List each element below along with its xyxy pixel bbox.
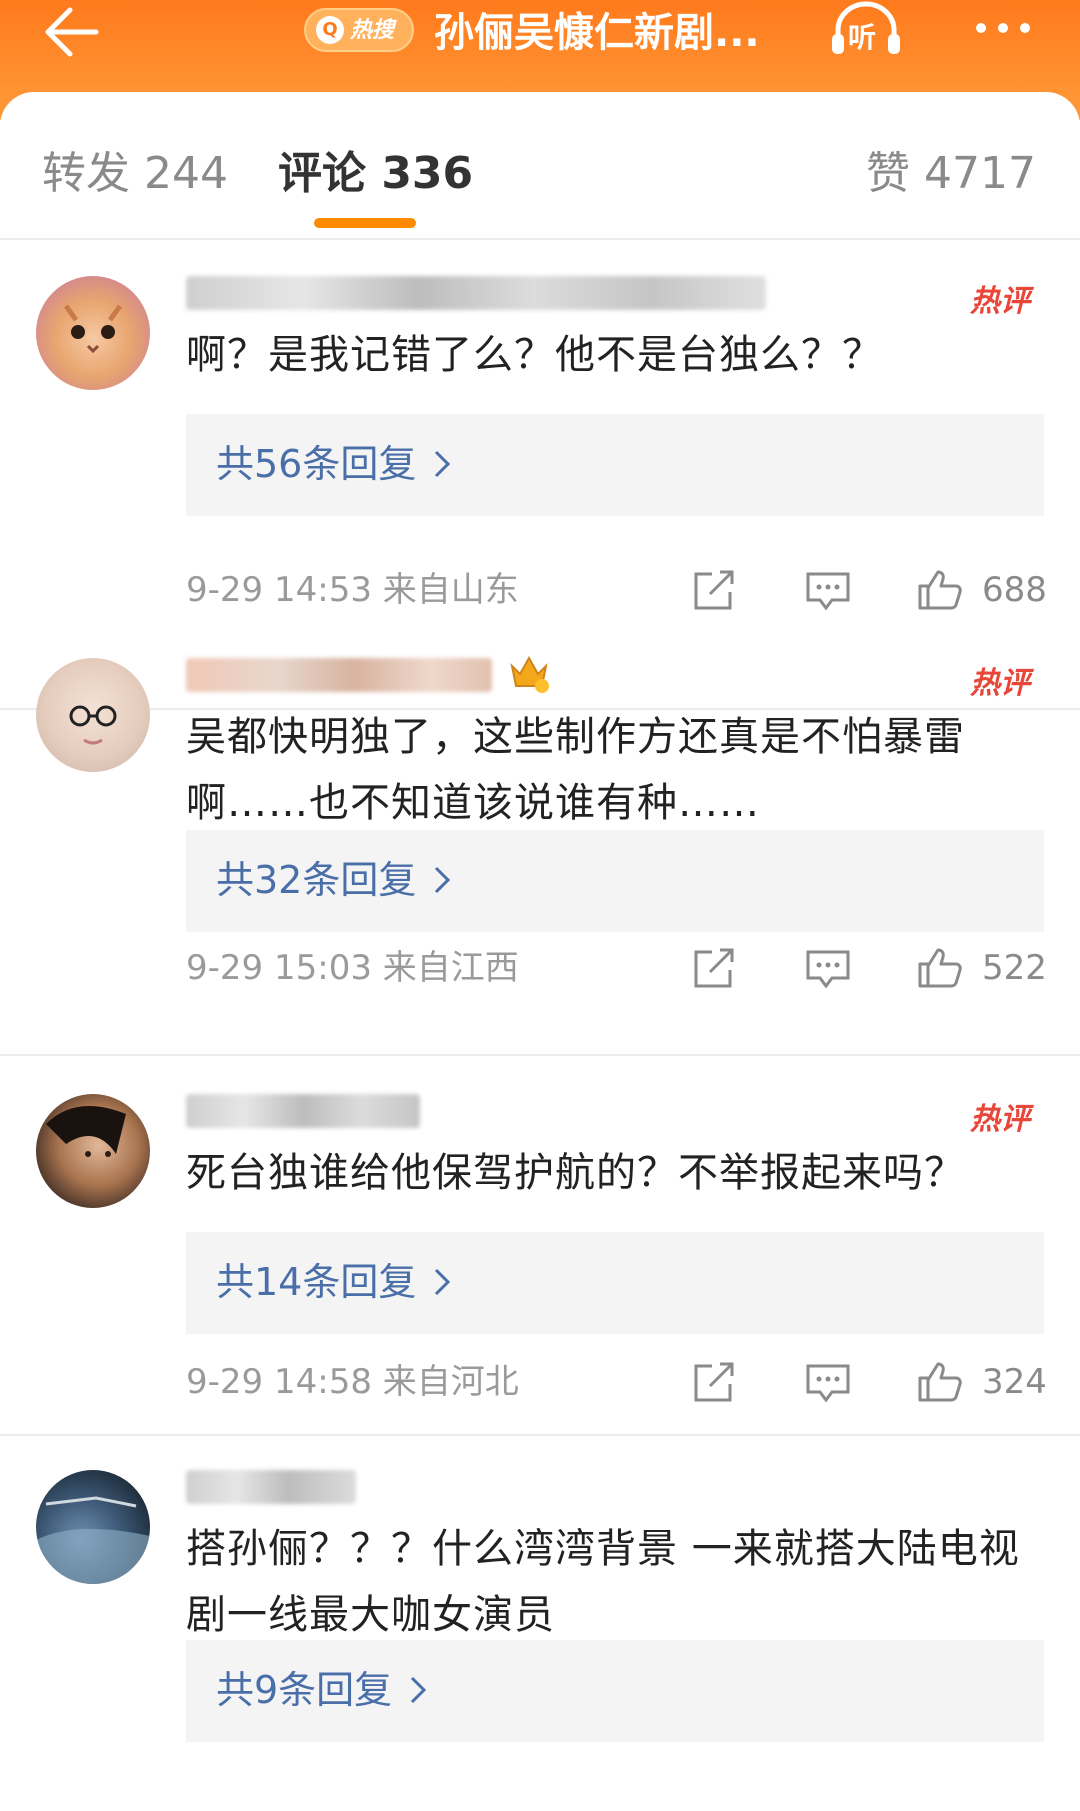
username-blurred[interactable] [186, 276, 766, 310]
share-icon[interactable] [690, 568, 738, 614]
hot-comment-tag: 热评 [970, 666, 1030, 701]
share-icon[interactable] [690, 1360, 738, 1406]
replies-count: 共32条回复 [216, 858, 417, 902]
username-blurred[interactable] [186, 658, 492, 692]
comment-meta: 9-29 15:03 来自江西 [186, 944, 519, 992]
active-tab-indicator [314, 218, 416, 228]
comment-meta: 9-29 14:58 来自河北 [186, 1358, 519, 1406]
replies-count: 共14条回复 [216, 1260, 417, 1304]
thumbs-up-icon[interactable] [916, 566, 964, 612]
page-title: 孙俪吴慷仁新剧... [434, 10, 760, 56]
avatar[interactable] [36, 276, 150, 390]
tab-reposts[interactable]: 转发 244 [42, 144, 228, 204]
chevron-right-icon [434, 866, 451, 894]
tab-likes[interactable]: 赞 4717 [866, 144, 1036, 204]
comment-text: 啊？是我记错了么？他不是台独么？？ [186, 332, 883, 378]
hot-comment-tag: 热评 [970, 284, 1030, 319]
reply-icon[interactable] [804, 1360, 852, 1406]
comments-sheet: 转发 244 评论 336 赞 4717 热评 啊？是我记错了么？他不是台独么？… [0, 92, 1080, 1811]
comment-item: 热评 吴都快明独了，这些制作方还真是不怕暴雷啊……也不知道该说谁有种…… 共32… [0, 618, 1080, 1056]
reply-icon[interactable] [804, 946, 852, 992]
reply-icon[interactable] [804, 568, 852, 614]
comment-time: 9-29 14:53 [186, 570, 372, 610]
replies-button[interactable]: 共56条回复 [186, 414, 1044, 516]
like-count: 522 [982, 948, 1047, 988]
replies-button[interactable]: 共9条回复 [186, 1640, 1044, 1742]
comment-meta: 9-29 14:53 来自山东 [186, 566, 519, 614]
more-options-icon[interactable] [968, 0, 1038, 60]
hot-search-label: 热搜 [350, 18, 395, 43]
replies-count: 共56条回复 [216, 442, 417, 486]
comment-location: 来自江西 [382, 948, 519, 988]
avatar[interactable] [36, 658, 150, 772]
comment-location: 来自山东 [382, 570, 519, 610]
comment-text: 搭孙俪？？？什么湾湾背景 一来就搭大陆电视剧一线最大咖女演员 [186, 1526, 1020, 1638]
avatar[interactable] [36, 1470, 150, 1584]
replies-count: 共9条回复 [216, 1668, 393, 1712]
tab-bar: 转发 244 评论 336 赞 4717 [0, 92, 1080, 240]
listen-button[interactable]: 听 [826, 0, 906, 62]
username-blurred[interactable] [186, 1470, 356, 1504]
hot-comment-tag: 热评 [970, 1102, 1030, 1137]
avatar[interactable] [36, 1094, 150, 1208]
chevron-right-icon [410, 1676, 427, 1704]
comment-text: 吴都快明独了，这些制作方还真是不怕暴雷啊……也不知道该说谁有种…… [186, 714, 965, 826]
replies-button[interactable]: 共14条回复 [186, 1232, 1044, 1334]
like-count: 688 [982, 570, 1047, 610]
tab-comments[interactable]: 评论 336 [278, 144, 473, 204]
comment-time: 9-29 14:58 [186, 1362, 372, 1402]
replies-button[interactable]: 共32条回复 [186, 830, 1044, 932]
comment-item: 搭孙俪？？？什么湾湾背景 一来就搭大陆电视剧一线最大咖女演员 共9条回复 [0, 1434, 1080, 1811]
share-icon[interactable] [690, 946, 738, 992]
comment-text: 死台独谁给他保驾护航的？不举报起来吗？ [186, 1150, 965, 1196]
comment-location: 来自河北 [382, 1362, 519, 1402]
like-count: 324 [982, 1362, 1047, 1402]
back-arrow-icon[interactable] [40, 2, 110, 62]
chevron-right-icon [434, 450, 451, 478]
comment-item: 热评 死台独谁给他保驾护航的？不举报起来吗？ 共14条回复 9-29 14:58… [0, 1054, 1080, 1436]
comment-time: 9-29 15:03 [186, 948, 372, 988]
man-avatar-image [46, 1106, 126, 1157]
chevron-right-icon [434, 1268, 451, 1296]
vip-crown-icon [510, 655, 549, 693]
thumbs-up-icon[interactable] [916, 944, 964, 990]
search-icon: Q [316, 16, 344, 44]
username-blurred[interactable] [186, 1094, 420, 1128]
thumbs-up-icon[interactable] [916, 1358, 964, 1404]
child-avatar-image [69, 705, 117, 745]
hot-search-badge[interactable]: Q 热搜 [304, 8, 414, 52]
cat-avatar-image [63, 304, 123, 354]
listen-label: 听 [848, 21, 877, 54]
landscape-avatar-image [36, 1496, 150, 1584]
